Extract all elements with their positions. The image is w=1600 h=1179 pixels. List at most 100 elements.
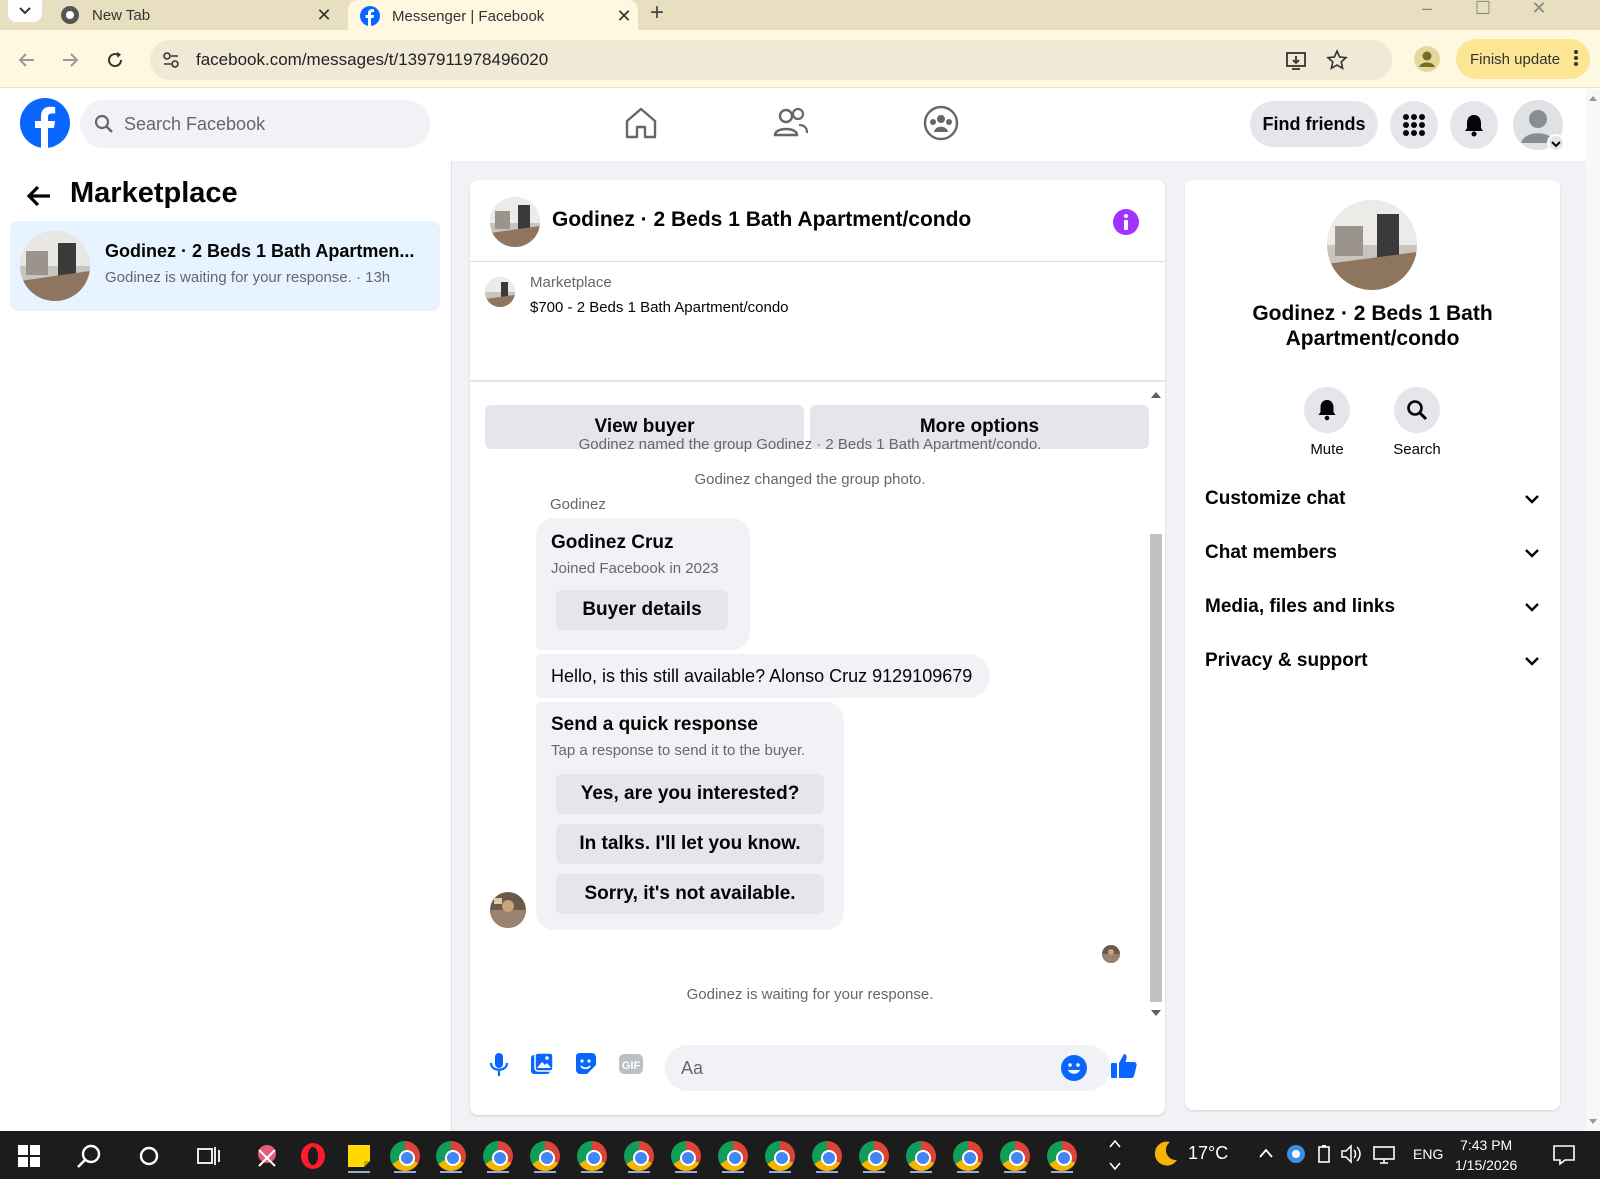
chrome-icon [60, 5, 80, 25]
minimize-icon[interactable]: – [1404, 0, 1450, 26]
microphone-icon[interactable] [488, 1052, 510, 1078]
chrome-taskbar-icon[interactable] [528, 1139, 562, 1173]
chrome-taskbar-icon[interactable] [622, 1139, 656, 1173]
maximize-icon[interactable]: ☐ [1460, 0, 1506, 26]
like-icon[interactable] [1110, 1052, 1138, 1080]
search-icon[interactable] [72, 1139, 106, 1173]
chrome-taskbar-icon[interactable] [810, 1139, 844, 1173]
new-tab-button[interactable]: + [650, 0, 664, 26]
close-window-icon[interactable]: ✕ [1516, 0, 1562, 26]
forward-icon[interactable] [57, 47, 83, 73]
home-icon[interactable] [621, 103, 661, 143]
taskbar-overflow-arrows[interactable] [1108, 1137, 1122, 1173]
group-photo[interactable] [1327, 200, 1417, 290]
menu-grid-icon[interactable] [1390, 101, 1438, 149]
volume-icon[interactable] [1340, 1144, 1362, 1164]
listing-price-title[interactable]: $700 - 2 Beds 1 Bath Apartment/condo [530, 299, 789, 316]
finish-update-button[interactable]: Finish update [1456, 39, 1590, 79]
quick-response-option[interactable]: Sorry, it's not available. [556, 874, 824, 914]
opera-icon[interactable] [296, 1139, 330, 1173]
quick-response-option[interactable]: Yes, are you interested? [556, 774, 824, 814]
close-tab-icon[interactable]: ✕ [610, 6, 638, 27]
info-icon[interactable] [1112, 208, 1140, 236]
chrome-taskbar-icon[interactable] [763, 1139, 797, 1173]
profile-icon[interactable] [1414, 46, 1440, 72]
chrome-taskbar-icon[interactable] [388, 1139, 422, 1173]
weather-moon-icon[interactable] [1150, 1139, 1180, 1169]
account-avatar[interactable] [1512, 99, 1564, 151]
temperature[interactable]: 17°C [1188, 1143, 1228, 1164]
chrome-taskbar-icon[interactable] [951, 1139, 985, 1173]
chrome-taskbar-icon[interactable] [857, 1139, 891, 1173]
media-files-links-section[interactable]: Media, files and links [1205, 587, 1540, 627]
snip-tool-icon[interactable] [250, 1139, 284, 1173]
network-icon[interactable] [1372, 1145, 1396, 1165]
facebook-logo[interactable] [20, 98, 70, 148]
tab-new-tab[interactable]: New Tab ✕ [48, 0, 338, 30]
message-input[interactable]: Aa [665, 1045, 1110, 1091]
chevron-up-icon[interactable] [1258, 1147, 1274, 1159]
clock[interactable]: 7:43 PM 1/15/2026 [1455, 1135, 1517, 1175]
sender-avatar[interactable] [490, 892, 526, 928]
task-view-icon[interactable] [192, 1139, 226, 1173]
reload-icon[interactable] [102, 47, 128, 73]
quick-response-option[interactable]: In talks. I'll let you know. [556, 824, 824, 864]
chrome-taskbar-icon[interactable] [1045, 1139, 1079, 1173]
sticker-icon[interactable] [574, 1052, 598, 1076]
facebook-header: Search Facebook Find friends [0, 89, 1586, 161]
tab-title: Messenger | Facebook [392, 7, 545, 25]
notifications-icon[interactable] [1450, 101, 1498, 149]
conversation-item[interactable]: Godinez · 2 Beds 1 Bath Apartmen... Godi… [10, 221, 440, 311]
page-scrollbar[interactable] [1586, 89, 1600, 1131]
browser-tab-bar: New Tab ✕ Messenger | Facebook ✕ + – ☐ ✕ [0, 0, 1600, 32]
chrome-taskbar-icon[interactable] [434, 1139, 468, 1173]
sticky-notes-icon[interactable] [342, 1139, 376, 1173]
windows-taskbar: 17°C ENG 7:43 PM 1/15/2026 [0, 1131, 1600, 1179]
site-settings-icon[interactable] [162, 51, 180, 69]
tab-search-button[interactable] [8, 0, 42, 22]
chat-avatar[interactable] [490, 197, 540, 247]
groups-icon[interactable] [921, 103, 961, 143]
close-tab-icon[interactable]: ✕ [310, 5, 338, 26]
marketplace-label: Marketplace [530, 274, 612, 291]
chrome-taskbar-icon[interactable] [716, 1139, 750, 1173]
privacy-support-section[interactable]: Privacy & support [1205, 641, 1540, 681]
customize-chat-section[interactable]: Customize chat [1205, 479, 1540, 519]
chrome-taskbar-icon[interactable] [998, 1139, 1032, 1173]
emoji-icon[interactable] [1060, 1054, 1088, 1082]
chevron-down-icon [1524, 548, 1540, 558]
menu-dots-icon [1574, 49, 1578, 67]
back-arrow-icon[interactable] [26, 185, 52, 207]
buyer-profile-card: Godinez Cruz Joined Facebook in 2023 Buy… [536, 518, 750, 650]
search-action[interactable]: Search [1377, 387, 1457, 458]
find-friends-button[interactable]: Find friends [1250, 101, 1378, 147]
chat-title[interactable]: Godinez · 2 Beds 1 Bath Apartment/condo [552, 208, 971, 232]
cortana-icon[interactable] [132, 1139, 166, 1173]
friends-icon[interactable] [771, 103, 811, 143]
gif-icon[interactable]: GIF [618, 1052, 644, 1076]
battery-icon[interactable] [1316, 1144, 1332, 1164]
install-icon[interactable] [1285, 49, 1307, 71]
chat-header: Godinez · 2 Beds 1 Bath Apartment/condo [470, 180, 1165, 262]
buyer-details-button[interactable]: Buyer details [556, 590, 728, 630]
address-bar[interactable]: facebook.com/messages/t/1397911978496020 [150, 40, 1392, 80]
chrome-taskbar-icon[interactable] [669, 1139, 703, 1173]
windows-start-icon[interactable] [12, 1139, 46, 1173]
browser-toolbar: facebook.com/messages/t/1397911978496020… [0, 30, 1600, 88]
tray-app-icon[interactable] [1286, 1144, 1306, 1164]
facebook-search-input[interactable]: Search Facebook [80, 100, 430, 148]
chrome-taskbar-icon[interactable] [904, 1139, 938, 1173]
back-icon[interactable] [14, 47, 40, 73]
bookmark-star-icon[interactable] [1326, 49, 1348, 71]
mute-action[interactable]: Mute [1287, 387, 1367, 458]
chat-members-section[interactable]: Chat members [1205, 533, 1540, 573]
language-indicator[interactable]: ENG [1413, 1146, 1443, 1162]
chrome-taskbar-icon[interactable] [481, 1139, 515, 1173]
notification-center-icon[interactable] [1552, 1143, 1576, 1167]
chat-scrollbar[interactable] [1147, 386, 1165, 1026]
photo-icon[interactable] [530, 1052, 554, 1076]
quick-response-subtext: Tap a response to send it to the buyer. [551, 742, 806, 759]
chrome-taskbar-icon[interactable] [575, 1139, 609, 1173]
svg-text:GIF: GIF [622, 1060, 641, 1072]
tab-messenger[interactable]: Messenger | Facebook ✕ [348, 0, 638, 32]
